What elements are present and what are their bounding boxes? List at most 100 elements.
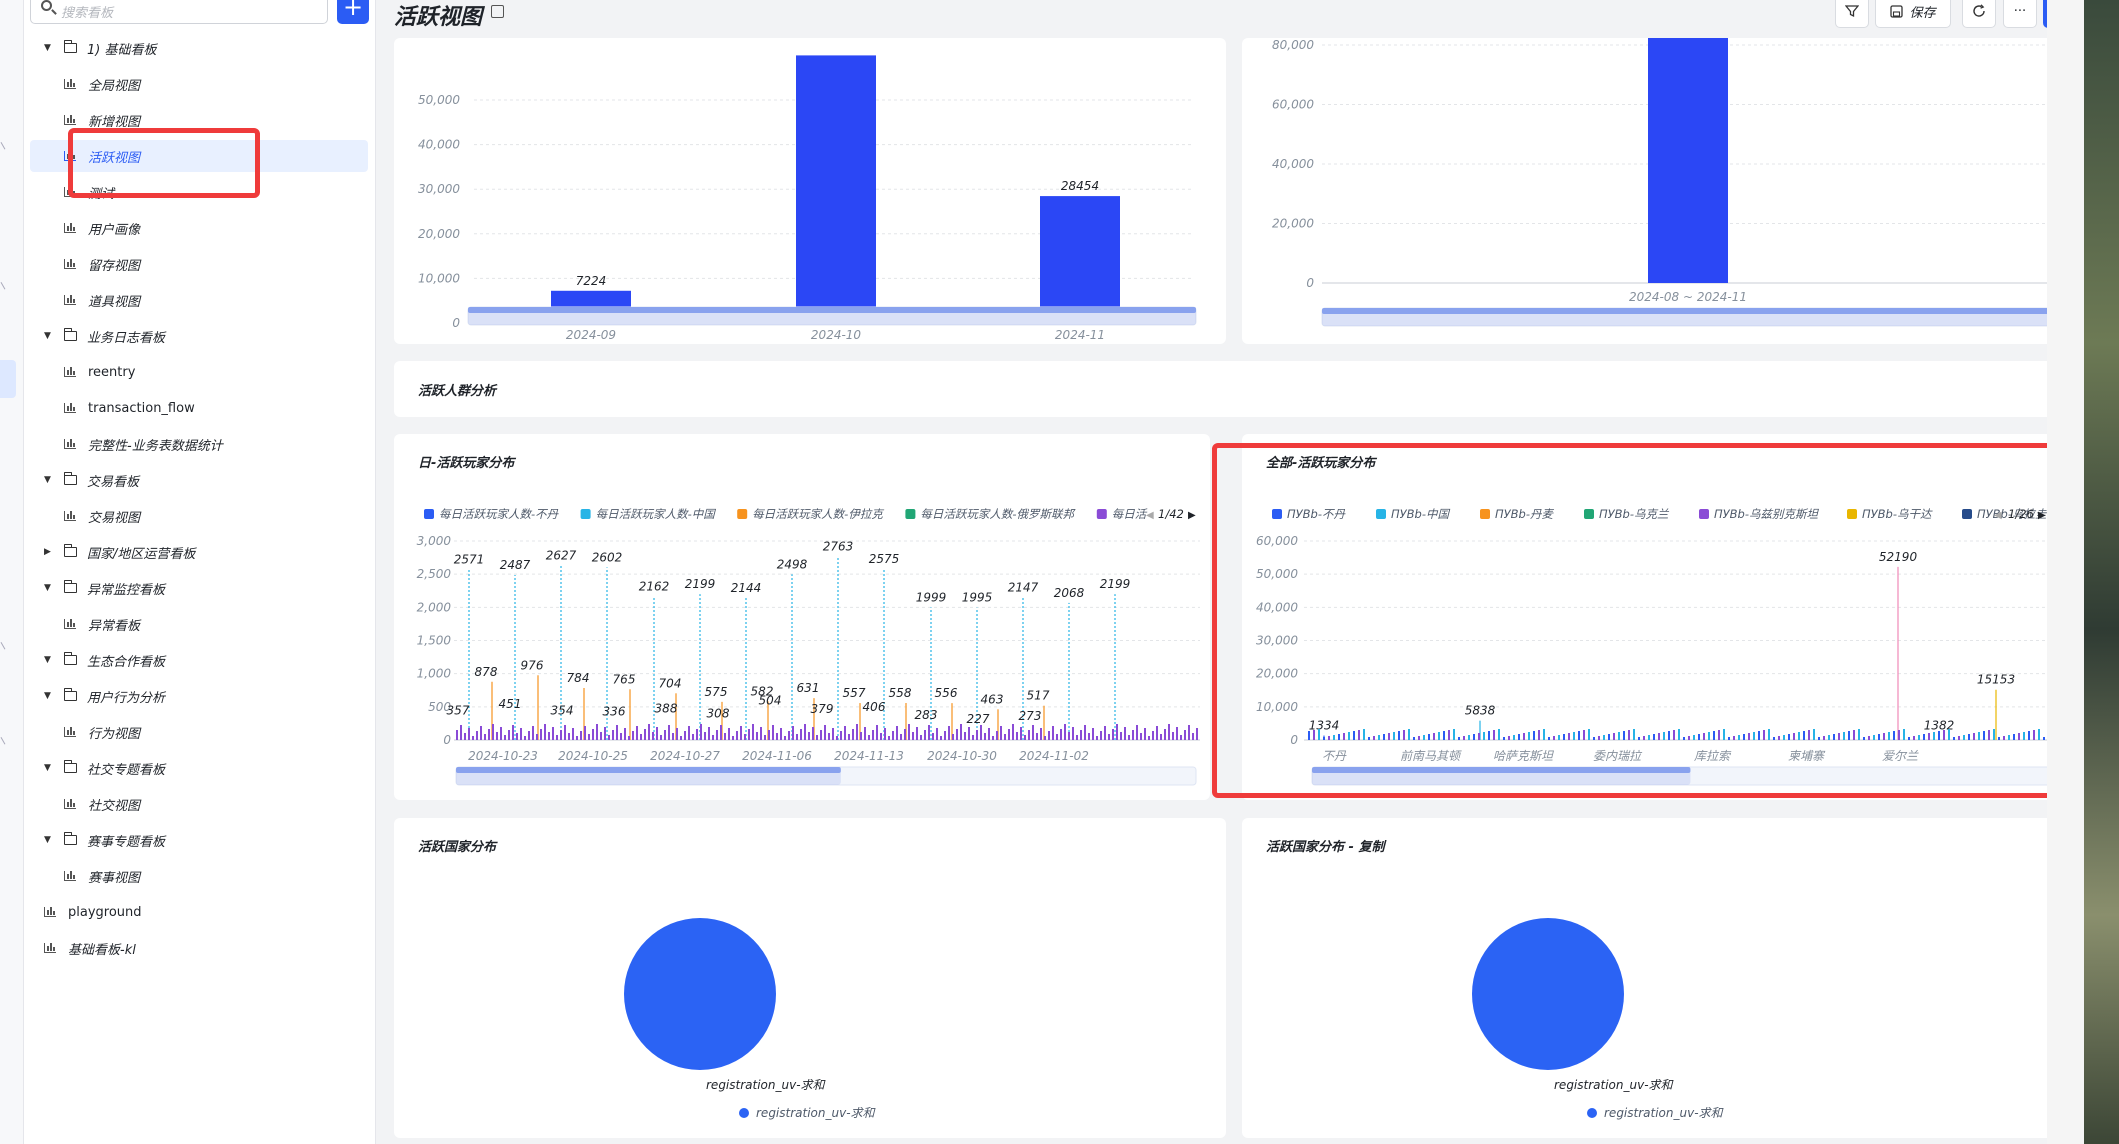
bar xyxy=(796,734,798,740)
refresh-button[interactable] xyxy=(1962,0,1996,28)
more-button[interactable]: ··· xyxy=(2003,0,2037,28)
filter-button[interactable] xyxy=(1835,0,1869,28)
caret-down-icon[interactable]: ▼ xyxy=(44,583,56,593)
caret-down-icon[interactable]: ▼ xyxy=(44,43,56,53)
tree-item-label: 全局视图 xyxy=(88,78,141,94)
bar xyxy=(1048,731,1050,740)
tree-item-label: 新增视图 xyxy=(88,114,141,130)
tree-report-item[interactable]: transaction_flow xyxy=(30,392,368,424)
search-icon xyxy=(41,0,52,11)
tree-report-item[interactable]: 交易视图 xyxy=(30,500,368,532)
tree-item-label: 道具视图 xyxy=(88,294,141,310)
tree-folder[interactable]: ▼ 用户行为分析 xyxy=(34,680,378,712)
bar xyxy=(1148,736,1150,740)
tree-report-item[interactable]: playground xyxy=(34,896,378,928)
tree-report-item[interactable]: reentry xyxy=(30,356,368,388)
data-label: 406 xyxy=(863,700,886,714)
bar-chart-icon xyxy=(64,259,76,269)
tree-folder[interactable]: ▼ 生态合作看板 xyxy=(34,644,378,676)
caret-down-icon[interactable]: ▼ xyxy=(44,475,56,485)
bar xyxy=(1020,727,1022,740)
tree-report-item[interactable]: 全局视图 xyxy=(30,68,368,100)
bar xyxy=(980,725,982,740)
tree-folder[interactable]: ▶ 国家/地区运营看板 xyxy=(34,536,378,568)
bar xyxy=(812,727,814,740)
bar xyxy=(892,731,894,740)
bar xyxy=(584,726,586,740)
bar xyxy=(516,733,518,740)
tree-report-item[interactable]: 赛事视图 xyxy=(30,860,368,892)
data-label: 2199 xyxy=(685,577,716,591)
caret-down-icon[interactable]: ▼ xyxy=(44,691,56,701)
bar xyxy=(1104,726,1106,740)
monthly-active-bar-chart[interactable]: 0 10,000 20,000 30,000 40,000 50,000 7224 2024-… xyxy=(394,38,1226,344)
bar xyxy=(1112,729,1114,740)
x-tick-label: 2024-11-13 xyxy=(834,749,904,763)
search-input[interactable]: 搜索看板 xyxy=(30,0,328,24)
caret-down-icon[interactable]: ▼ xyxy=(44,835,56,845)
panel-monthly-active: 0 10,000 20,000 30,000 40,000 50,000 7224 2024-… xyxy=(394,38,1226,344)
bar xyxy=(748,729,750,740)
tree-report-item[interactable]: 留存视图 xyxy=(30,248,368,280)
add-dashboard-button[interactable]: + xyxy=(337,0,369,24)
data-label: 451 xyxy=(499,697,522,711)
bar xyxy=(784,736,786,740)
bar xyxy=(1088,733,1090,740)
bar xyxy=(700,724,702,740)
bar xyxy=(1128,735,1130,740)
country-copy-pie-chart[interactable]: registration_uv-求和 registration_uv-求和 xyxy=(1242,818,2076,1138)
legend-item: 每日活跃玩家人数-伊拉克 xyxy=(752,507,884,521)
daily-active-chart[interactable]: 每日活跃玩家人数-不丹 每日活跃玩家人数-中国 每日活跃玩家人数-伊拉克 每日活跃玩家… xyxy=(394,434,1210,800)
caret-down-icon[interactable]: ▼ xyxy=(44,763,56,773)
y-tick-label: 3,000 xyxy=(417,534,452,548)
bar xyxy=(1132,730,1134,740)
note-icon[interactable] xyxy=(491,5,504,18)
bar xyxy=(880,733,882,740)
zoom-slider-window[interactable] xyxy=(468,307,1196,325)
tree-report-item[interactable]: 社交视图 xyxy=(30,788,368,820)
bar xyxy=(956,729,958,740)
bar xyxy=(476,731,478,740)
bar xyxy=(628,736,630,740)
tree-folder[interactable]: ▼ 业务日志看板 xyxy=(34,320,378,352)
zoom-slider-window[interactable] xyxy=(456,767,841,785)
bar xyxy=(708,727,710,740)
tree-folder[interactable]: ▼ 交易看板 xyxy=(34,464,378,496)
bar xyxy=(592,729,594,740)
bar xyxy=(1072,727,1074,740)
caret-right-icon[interactable]: ▶ xyxy=(44,547,56,557)
bar xyxy=(544,724,546,740)
y-tick-label: 60,000 xyxy=(1272,98,1314,112)
tree-report-item[interactable]: 异常看板 xyxy=(30,608,368,640)
tree-folder[interactable]: ▼ 赛事专题看板 xyxy=(34,824,378,856)
caret-down-icon[interactable]: ▼ xyxy=(44,331,56,341)
pie-slice xyxy=(624,918,776,1070)
save-label: 保存 xyxy=(1909,5,1936,21)
tree-report-item[interactable]: 用户画像 xyxy=(30,212,368,244)
tree-report-item[interactable]: 行为视图 xyxy=(30,716,368,748)
bar xyxy=(540,729,542,740)
save-button[interactable]: 保存 xyxy=(1875,0,1951,28)
bar xyxy=(600,732,602,740)
tree-report-item[interactable]: 基础看板-kl xyxy=(34,932,378,964)
bar xyxy=(644,729,646,740)
tree-report-item[interactable]: 完整性-业务表数据统计 xyxy=(30,428,368,460)
tree-folder[interactable]: ▼ 1) 基础看板 xyxy=(34,32,378,64)
zoom-slider-window[interactable] xyxy=(1322,308,2054,326)
tree-folder[interactable]: ▼ 异常监控看板 xyxy=(34,572,378,604)
tree-report-item[interactable]: 道具视图 xyxy=(30,284,368,316)
total-active-bar-chart[interactable]: 0 20,000 40,000 60,000 80,000 2024-08 ~ 2024-… xyxy=(1242,38,2076,344)
tree-folder[interactable]: ▼ 社交专题看板 xyxy=(34,752,378,784)
legend-item: 每日活 xyxy=(1112,507,1148,521)
bar xyxy=(1120,732,1122,740)
left-rail-selected[interactable] xyxy=(0,360,16,398)
y-tick-label: 80,000 xyxy=(1272,38,1314,52)
bar xyxy=(1040,728,1042,740)
tree-item-label: playground xyxy=(68,904,142,920)
data-label: 2571 xyxy=(454,552,485,566)
bar xyxy=(1124,727,1126,740)
bar xyxy=(964,732,966,740)
caret-down-icon[interactable]: ▼ xyxy=(44,655,56,665)
bar xyxy=(648,724,650,740)
country-pie-chart[interactable]: registration_uv-求和 registration_uv-求和 xyxy=(394,818,1226,1138)
